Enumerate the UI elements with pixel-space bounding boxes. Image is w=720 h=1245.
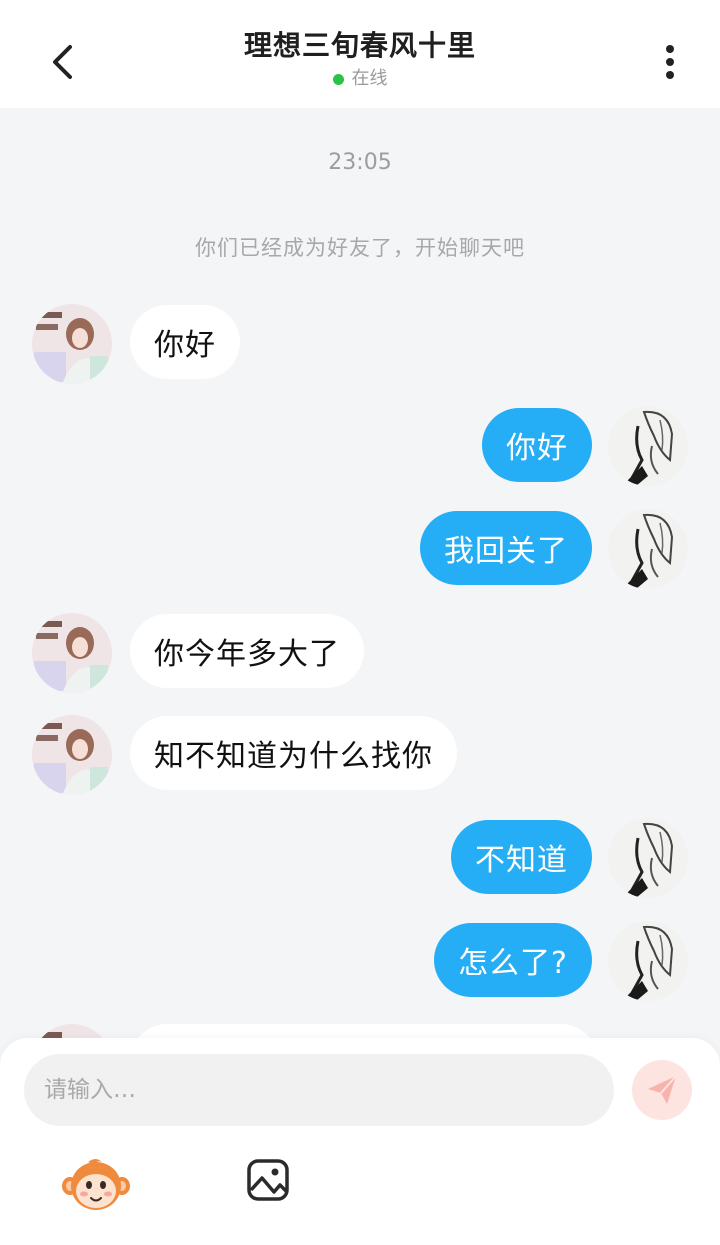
online-dot-icon [332,73,344,85]
incoming-message[interactable]: 你今年多大了 [130,614,364,688]
online-status: 在线 [140,66,580,92]
incoming-message[interactable]: 知不知道为什么找你 [130,716,457,790]
contact-avatar[interactable] [32,1024,112,1038]
incoming-message-partial[interactable] [130,1024,598,1038]
outgoing-message[interactable]: 怎么了? [434,923,592,997]
chat-header: 理想三旬春风十里 在线 [0,0,720,108]
outgoing-message[interactable]: 你好 [482,408,592,482]
image-icon [247,1159,289,1201]
outgoing-message[interactable]: 我回关了 [420,511,592,585]
my-avatar[interactable] [608,406,688,486]
more-vertical-icon [666,45,674,79]
chevron-left-icon [53,45,72,79]
message-timestamp: 23:05 [328,150,392,175]
send-button[interactable] [632,1060,692,1120]
paper-plane-icon [648,1075,677,1104]
message-input[interactable] [24,1054,614,1126]
message-list[interactable]: 23:05 你们已经成为好友了，开始聊天吧 你好 你好 我回关了 你今年多大了 … [0,108,720,1038]
monkey-sticker-icon [62,1159,130,1210]
status-label: 在线 [351,68,388,89]
contact-name: 理想三旬春风十里 [243,29,476,62]
my-avatar[interactable] [608,818,688,898]
my-avatar[interactable] [608,509,688,589]
sticker-button[interactable] [60,1156,132,1214]
incoming-message[interactable]: 你好 [130,305,240,379]
more-options-button[interactable] [646,38,694,86]
contact-avatar[interactable] [32,715,112,795]
outgoing-message[interactable]: 不知道 [451,820,592,894]
back-button[interactable] [38,38,86,86]
contact-avatar[interactable] [32,304,112,384]
message-composer [0,1038,720,1245]
contact-avatar[interactable] [32,613,112,693]
my-avatar[interactable] [608,921,688,1001]
image-picker-button[interactable] [246,1158,296,1208]
system-notice: 你们已经成为好友了，开始聊天吧 [195,236,525,260]
title-block: 理想三旬春风十里 在线 [140,26,580,92]
